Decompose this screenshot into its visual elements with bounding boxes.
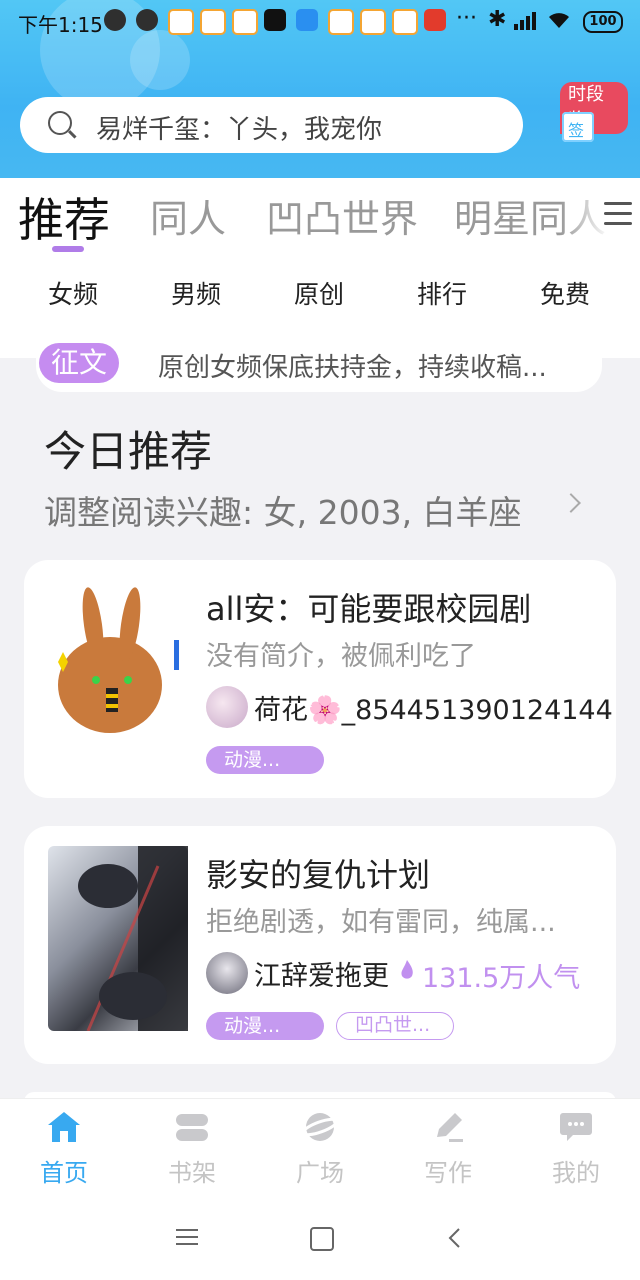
bluetooth-icon: ✱ (488, 7, 507, 32)
tab-recommend[interactable]: 推荐 (18, 184, 110, 250)
status-time: 下午1:15 (18, 13, 103, 37)
battery-indicator: 100 (583, 11, 623, 33)
system-navigation-bar (0, 1194, 640, 1280)
book-description: 拒绝剧透，如有雷同，纯属... (206, 907, 556, 938)
news-app-icon (424, 9, 446, 31)
book-cover (48, 580, 188, 765)
author-name: 江辞爱拖更 (254, 961, 389, 992)
subtab-male[interactable]: 男频 (171, 275, 221, 311)
nav-write[interactable]: 写作 (384, 1099, 512, 1195)
video-app-icon (232, 9, 258, 35)
popularity-count: 131.5万人气 (422, 963, 581, 994)
wechat-icon (104, 9, 126, 31)
pen-icon (431, 1111, 465, 1143)
nav-label: 我的 (552, 1159, 600, 1187)
home-button-icon[interactable] (310, 1227, 334, 1251)
nav-bookshelf[interactable]: 书架 (128, 1099, 256, 1195)
reading-interest-link[interactable]: 调整阅读兴趣: 女, 2003, 白羊座 (44, 486, 522, 534)
book-description: 没有简介，被佩利吃了 (206, 641, 476, 672)
gift-icon: 签 (562, 112, 594, 142)
flame-icon (400, 960, 414, 980)
wechat-icon (136, 9, 158, 31)
video-app-icon (360, 9, 386, 35)
nav-label: 首页 (40, 1159, 88, 1187)
menu-icon[interactable] (604, 200, 632, 228)
recent-apps-icon[interactable] (176, 1228, 198, 1246)
author-avatar (206, 952, 248, 994)
video-app-icon (328, 9, 354, 35)
search-bar[interactable]: 易烊千玺：丫头，我宠你 (20, 97, 523, 153)
author-name: 荷花🌸_854451390124144 (254, 695, 613, 726)
search-placeholder: 易烊千玺：丫头，我宠你 (96, 115, 383, 145)
back-icon[interactable] (446, 1227, 462, 1249)
nav-label: 广场 (296, 1159, 344, 1187)
nav-label: 书架 (168, 1159, 216, 1187)
section-title: 今日推荐 (44, 427, 213, 476)
checkin-reward-button[interactable]: 时段奖 签 (550, 82, 628, 150)
subtab-ranking[interactable]: 排行 (417, 275, 467, 311)
subtab-free[interactable]: 免费 (540, 275, 590, 311)
book-card[interactable]: 影安的复仇计划 拒绝剧透，如有雷同，纯属... 江辞爱拖更 131.5万人气 动… (24, 826, 616, 1064)
video-app-icon (168, 9, 194, 35)
tiktok-icon (264, 9, 286, 31)
wifi-icon (546, 10, 572, 30)
tab-aotu-world[interactable]: 凹凸世界 (266, 188, 418, 243)
status-bar: 下午1:15 ··· ✱ 100 (0, 0, 640, 42)
subtab-original[interactable]: 原创 (294, 275, 344, 311)
chat-bubble-icon (559, 1111, 593, 1143)
nav-label: 写作 (424, 1159, 472, 1187)
app-icon (296, 9, 318, 31)
nav-square[interactable]: 广场 (256, 1099, 384, 1195)
genre-tag[interactable]: 动漫... (206, 746, 324, 774)
bookshelf-icon (175, 1111, 209, 1143)
book-title: 影安的复仇计划 (206, 856, 431, 894)
search-icon (48, 111, 72, 135)
video-app-icon (200, 9, 226, 35)
tabs-fade (560, 178, 610, 248)
book-cover (48, 846, 188, 1032)
active-tab-indicator (52, 246, 84, 252)
book-card[interactable]: all安：可能要跟校园剧 没有简介，被佩利吃了 荷花🌸_854451390124… (24, 560, 616, 798)
notice-tag: 征文 (39, 343, 120, 383)
signal-icon (512, 10, 538, 30)
home-icon (47, 1111, 81, 1143)
subtab-female[interactable]: 女频 (48, 275, 98, 311)
video-app-icon (392, 9, 418, 35)
genre-tag[interactable]: 动漫... (206, 1012, 324, 1040)
author-avatar (206, 686, 248, 728)
notice-text: 原创女频保底扶持金，持续收稿... (158, 353, 547, 383)
nav-me[interactable]: 我的 (512, 1099, 640, 1195)
contest-notice[interactable]: 征文 原创女频保底扶持金，持续收稿... (36, 340, 602, 392)
genre-tag[interactable]: 凹凸世... (336, 1012, 454, 1040)
tab-fan-fiction[interactable]: 同人 (150, 188, 226, 243)
more-notifications-icon: ··· (456, 6, 477, 31)
nav-home[interactable]: 首页 (0, 1099, 128, 1195)
book-title: all安：可能要跟校园剧 (206, 590, 532, 628)
planet-icon (301, 1111, 339, 1143)
bottom-navigation: 首页 书架 广场 写作 我的 (0, 1098, 640, 1195)
chevron-right-icon (561, 493, 581, 513)
gift-label: 签 (568, 121, 585, 140)
